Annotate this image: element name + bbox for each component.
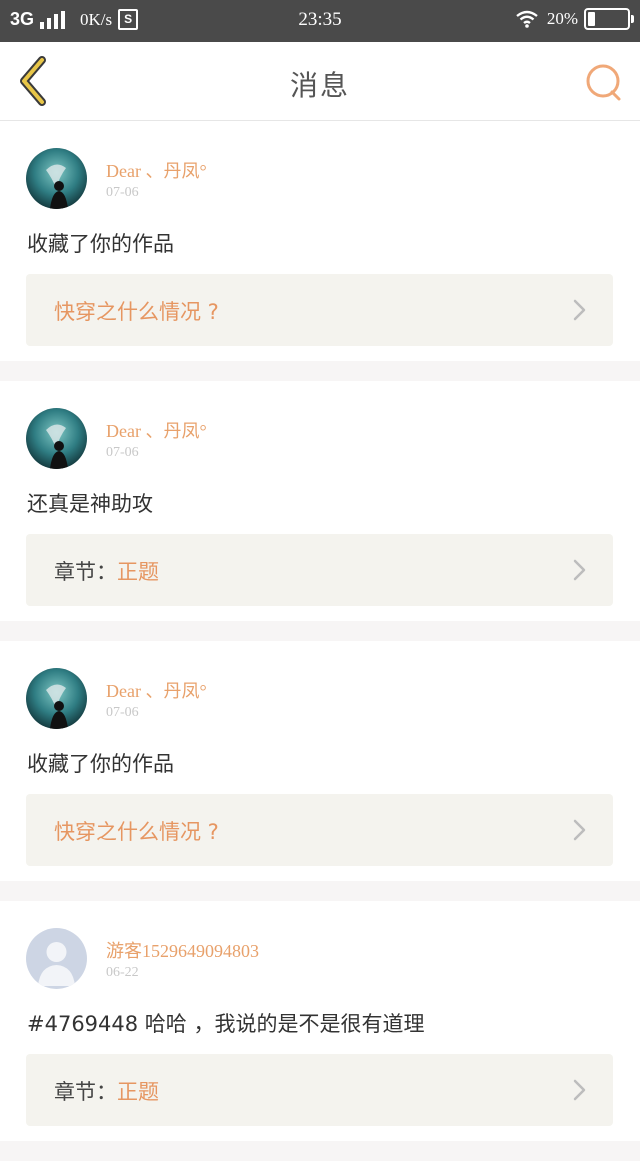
user-name[interactable]: Dear 、丹凤° <box>106 417 207 443</box>
reference-text: 快穿之什么情况 ? <box>54 296 219 326</box>
work-reference-button[interactable]: 章节：正题 <box>26 534 613 606</box>
reference-text: 快穿之什么情况 ? <box>54 816 219 846</box>
avatar-photo-icon <box>26 408 87 469</box>
reference-title: 快穿之什么情况 ? <box>54 300 219 324</box>
page-title: 消息 <box>289 69 350 102</box>
search-icon[interactable] <box>584 62 624 102</box>
avatar[interactable] <box>26 668 87 729</box>
message-card: Dear 、丹凤° 07-06 还真是神助攻 章节：正题 <box>0 381 640 621</box>
avatar-photo-icon <box>26 148 87 209</box>
status-bar: 3G 0K/s S 23:35 20% <box>0 0 640 42</box>
default-avatar-icon <box>26 928 87 989</box>
reference-title: 快穿之什么情况 ? <box>54 820 219 844</box>
reference-text: 章节：正题 <box>54 1076 159 1106</box>
reference-title: 正题 <box>117 1080 159 1104</box>
message-date: 06-22 <box>106 965 139 980</box>
avatar[interactable] <box>26 148 87 209</box>
message-list: Dear 、丹凤° 07-06 收藏了你的作品 快穿之什么情况 ? Dear 、… <box>0 121 640 1161</box>
message-date: 07-06 <box>106 705 139 720</box>
work-reference-button[interactable]: 快穿之什么情况 ? <box>26 794 613 866</box>
user-name[interactable]: 游客1529649094803 <box>106 937 259 963</box>
battery-percent: 20% <box>546 9 578 28</box>
user-name[interactable]: Dear 、丹凤° <box>106 157 207 183</box>
wifi-icon <box>516 10 538 28</box>
message-text: #4769448 哈哈 ，我说的是不是很有道理 <box>27 1012 425 1036</box>
message-card: 游客1529649094803 06-22 #4769448 哈哈 ，我说的是不… <box>0 901 640 1141</box>
work-reference-button[interactable]: 快穿之什么情况 ? <box>26 274 613 346</box>
battery-icon <box>584 8 634 30</box>
battery-level <box>588 12 595 26</box>
status-right: 20% <box>515 8 634 30</box>
reference-prefix: 章节： <box>54 1080 117 1104</box>
avatar[interactable] <box>26 408 87 469</box>
message-date: 07-06 <box>106 445 139 460</box>
reference-title: 正题 <box>117 560 159 584</box>
message-text: 收藏了你的作品 <box>27 232 174 256</box>
message-text: 还真是神助攻 <box>27 492 153 516</box>
chevron-right-icon <box>573 299 586 321</box>
avatar[interactable] <box>26 928 87 989</box>
nav-bar: 消息 <box>0 42 640 121</box>
avatar-photo-icon <box>26 668 87 729</box>
work-reference-button[interactable]: 章节：正题 <box>26 1054 613 1126</box>
chevron-right-icon <box>573 1079 586 1101</box>
message-text: 收藏了你的作品 <box>27 752 174 776</box>
message-card: Dear 、丹凤° 07-06 收藏了你的作品 快穿之什么情况 ? <box>0 641 640 881</box>
reference-text: 章节：正题 <box>54 556 159 586</box>
reference-prefix: 章节： <box>54 560 117 584</box>
chevron-right-icon <box>573 559 586 581</box>
chevron-right-icon <box>573 819 586 841</box>
user-name[interactable]: Dear 、丹凤° <box>106 677 207 703</box>
message-card: Dear 、丹凤° 07-06 收藏了你的作品 快穿之什么情况 ? <box>0 121 640 361</box>
message-date: 07-06 <box>106 185 139 200</box>
